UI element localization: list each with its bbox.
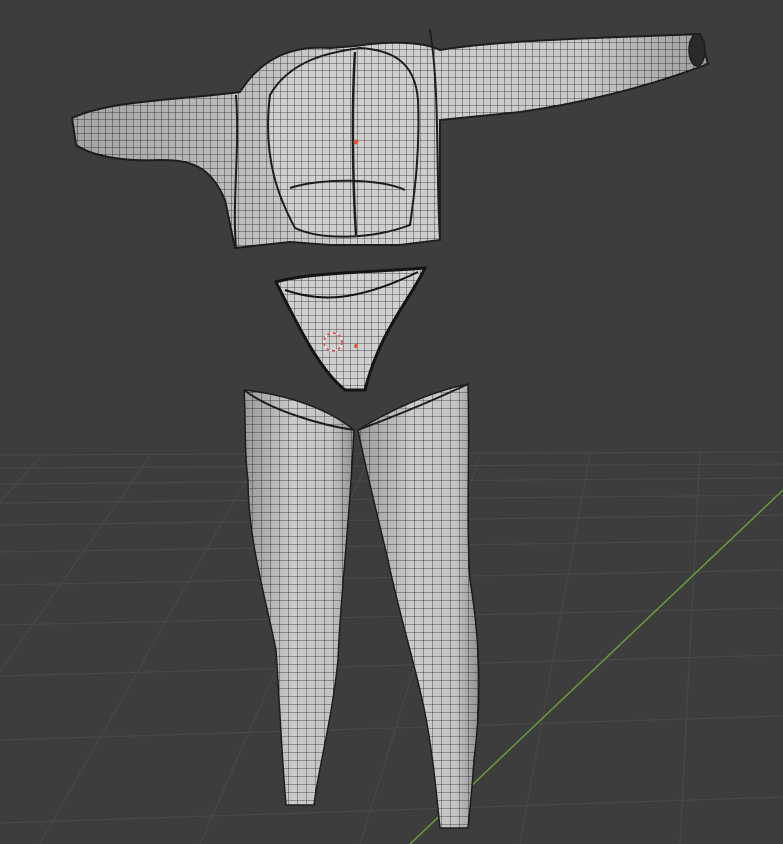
left-stocking-mesh[interactable] (243, 389, 355, 806)
right-stocking-mesh[interactable] (357, 383, 480, 829)
crop-top-mesh[interactable] (267, 46, 420, 238)
object-origin (353, 139, 359, 145)
3d-viewport[interactable] (0, 0, 783, 844)
thong-mesh[interactable] (273, 266, 428, 392)
viewport-canvas[interactable] (0, 0, 783, 844)
